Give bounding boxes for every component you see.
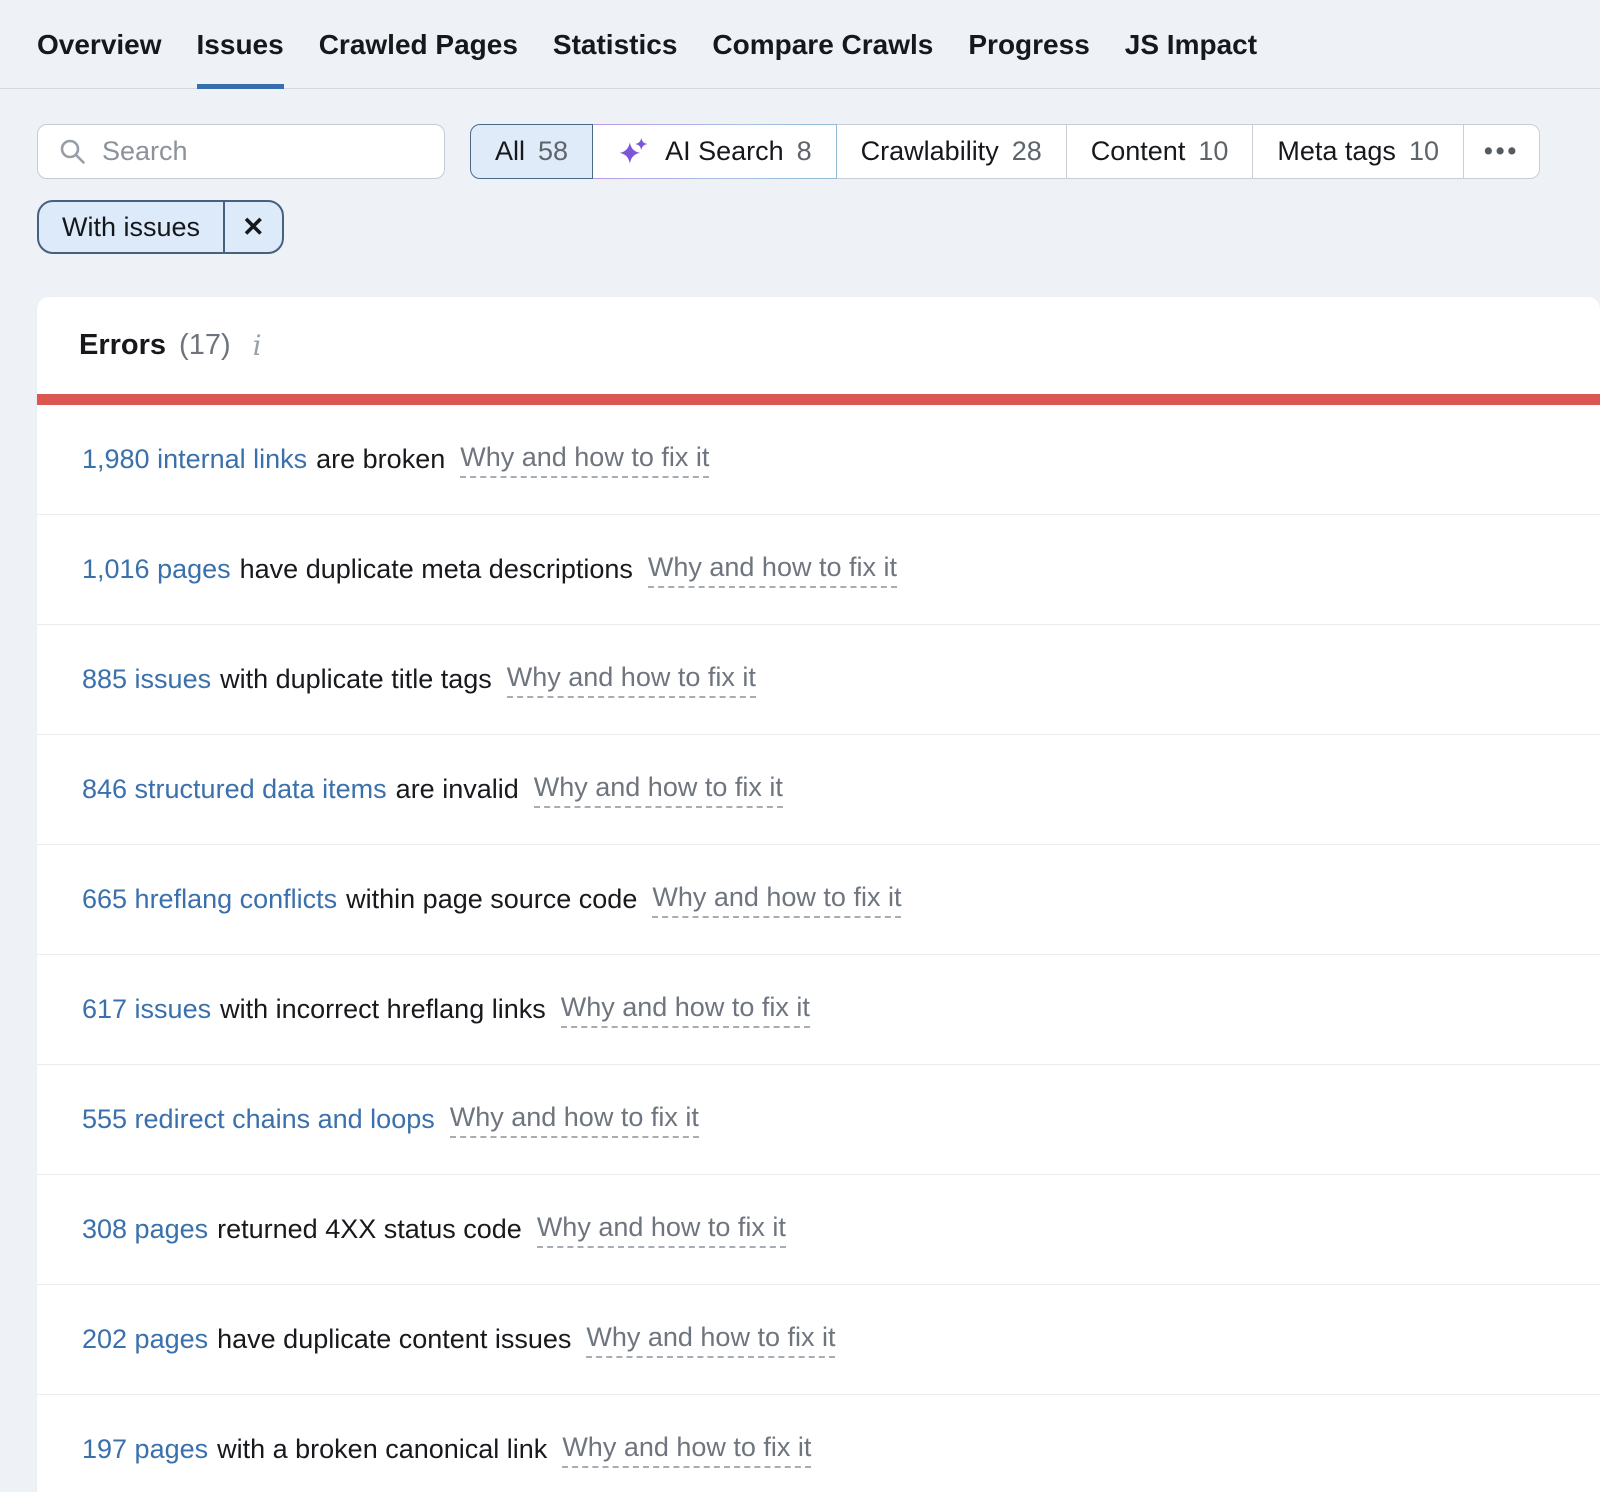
issue-text: with duplicate title tags [220,664,492,695]
issue-text: with a broken canonical link [217,1434,547,1465]
why-how-to-fix-link[interactable]: Why and how to fix it [561,992,810,1028]
filter-segment-crawlability[interactable]: Crawlability 28 [836,124,1067,179]
filter-chip-with-issues: With issues ✕ [37,200,284,254]
filter-label: AI Search [665,136,784,167]
issue-row: 555 redirect chains and loops Why and ho… [37,1065,1600,1175]
issue-link[interactable]: 197 pages [82,1434,208,1465]
issue-row: 1,980 internal links are broken Why and … [37,405,1600,515]
issue-row: 202 pages have duplicate content issues … [37,1285,1600,1395]
ai-sparkles-icon [617,135,650,168]
tab-compare-crawls[interactable]: Compare Crawls [712,0,933,89]
issue-text: within page source code [346,884,637,915]
filter-segment-all[interactable]: All 58 [470,124,593,179]
errors-title: Errors [79,329,166,362]
filter-segment-content[interactable]: Content 10 [1066,124,1254,179]
issue-text: have duplicate content issues [217,1324,571,1355]
why-how-to-fix-link[interactable]: Why and how to fix it [534,772,783,808]
issue-row: 846 structured data items are invalid Wh… [37,735,1600,845]
issue-text: have duplicate meta descriptions [240,554,633,585]
why-how-to-fix-link[interactable]: Why and how to fix it [652,882,901,918]
why-how-to-fix-link[interactable]: Why and how to fix it [648,552,897,588]
why-how-to-fix-link[interactable]: Why and how to fix it [460,442,709,478]
issue-row: 885 issues with duplicate title tags Why… [37,625,1600,735]
issue-text: with incorrect hreflang links [220,994,546,1025]
issue-text: returned 4XX status code [217,1214,522,1245]
issue-row: 197 pages with a broken canonical link W… [37,1395,1600,1492]
why-how-to-fix-link[interactable]: Why and how to fix it [537,1212,786,1248]
issue-category-filter: All 58 AI Search 8 Cr [470,124,1540,179]
more-filters-button[interactable]: ••• [1463,124,1540,179]
issue-link[interactable]: 617 issues [82,994,211,1025]
filter-label: Content [1091,136,1186,167]
issue-row: 308 pages returned 4XX status code Why a… [37,1175,1600,1285]
issue-row: 1,016 pages have duplicate meta descript… [37,515,1600,625]
issue-link[interactable]: 555 redirect chains and loops [82,1104,435,1135]
issue-text: are invalid [396,774,519,805]
why-how-to-fix-link[interactable]: Why and how to fix it [450,1102,699,1138]
issue-row: 617 issues with incorrect hreflang links… [37,955,1600,1065]
tab-issues[interactable]: Issues [197,0,284,89]
chip-remove-button[interactable]: ✕ [223,202,282,252]
applied-filters: With issues ✕ [37,200,1600,254]
issues-page: All 58 AI Search 8 Cr [0,124,1600,1492]
why-how-to-fix-link[interactable]: Why and how to fix it [507,662,756,698]
search-input[interactable] [37,124,445,179]
info-icon[interactable]: i [253,329,262,362]
filter-count: 8 [797,136,812,167]
tab-progress[interactable]: Progress [968,0,1089,89]
filter-label: Crawlability [861,136,999,167]
errors-list: 1,980 internal links are broken Why and … [37,405,1600,1492]
filter-segment-meta-tags[interactable]: Meta tags 10 [1252,124,1464,179]
errors-severity-bar [37,394,1600,405]
issue-link[interactable]: 665 hreflang conflicts [82,884,337,915]
errors-header: Errors (17) i [37,297,1600,394]
issue-text: are broken [316,444,445,475]
issue-link[interactable]: 202 pages [82,1324,208,1355]
errors-card: Errors (17) i 1,980 internal links are b… [37,297,1600,1492]
filter-segment-ai-search[interactable]: AI Search 8 [592,124,837,179]
issue-link[interactable]: 1,980 internal links [82,444,307,475]
errors-count: (17) [179,329,231,362]
tab-crawled-pages[interactable]: Crawled Pages [319,0,518,89]
top-nav: Overview Issues Crawled Pages Statistics… [0,0,1600,89]
issue-link[interactable]: 846 structured data items [82,774,387,805]
filter-label: All [495,136,525,167]
why-how-to-fix-link[interactable]: Why and how to fix it [562,1432,811,1468]
close-icon: ✕ [242,212,265,243]
why-how-to-fix-link[interactable]: Why and how to fix it [586,1322,835,1358]
filter-count: 10 [1409,136,1439,167]
tab-overview[interactable]: Overview [37,0,162,89]
issue-row: 665 hreflang conflicts within page sourc… [37,845,1600,955]
issue-link[interactable]: 885 issues [82,664,211,695]
issue-link[interactable]: 1,016 pages [82,554,231,585]
filter-count: 28 [1012,136,1042,167]
filter-bar: All 58 AI Search 8 Cr [37,124,1600,179]
filter-label: Meta tags [1277,136,1396,167]
search-box [37,124,445,179]
issue-link[interactable]: 308 pages [82,1214,208,1245]
chip-label: With issues [39,202,223,252]
filter-count: 58 [538,136,568,167]
filter-count: 10 [1198,136,1228,167]
tab-statistics[interactable]: Statistics [553,0,678,89]
tab-js-impact[interactable]: JS Impact [1125,0,1257,89]
